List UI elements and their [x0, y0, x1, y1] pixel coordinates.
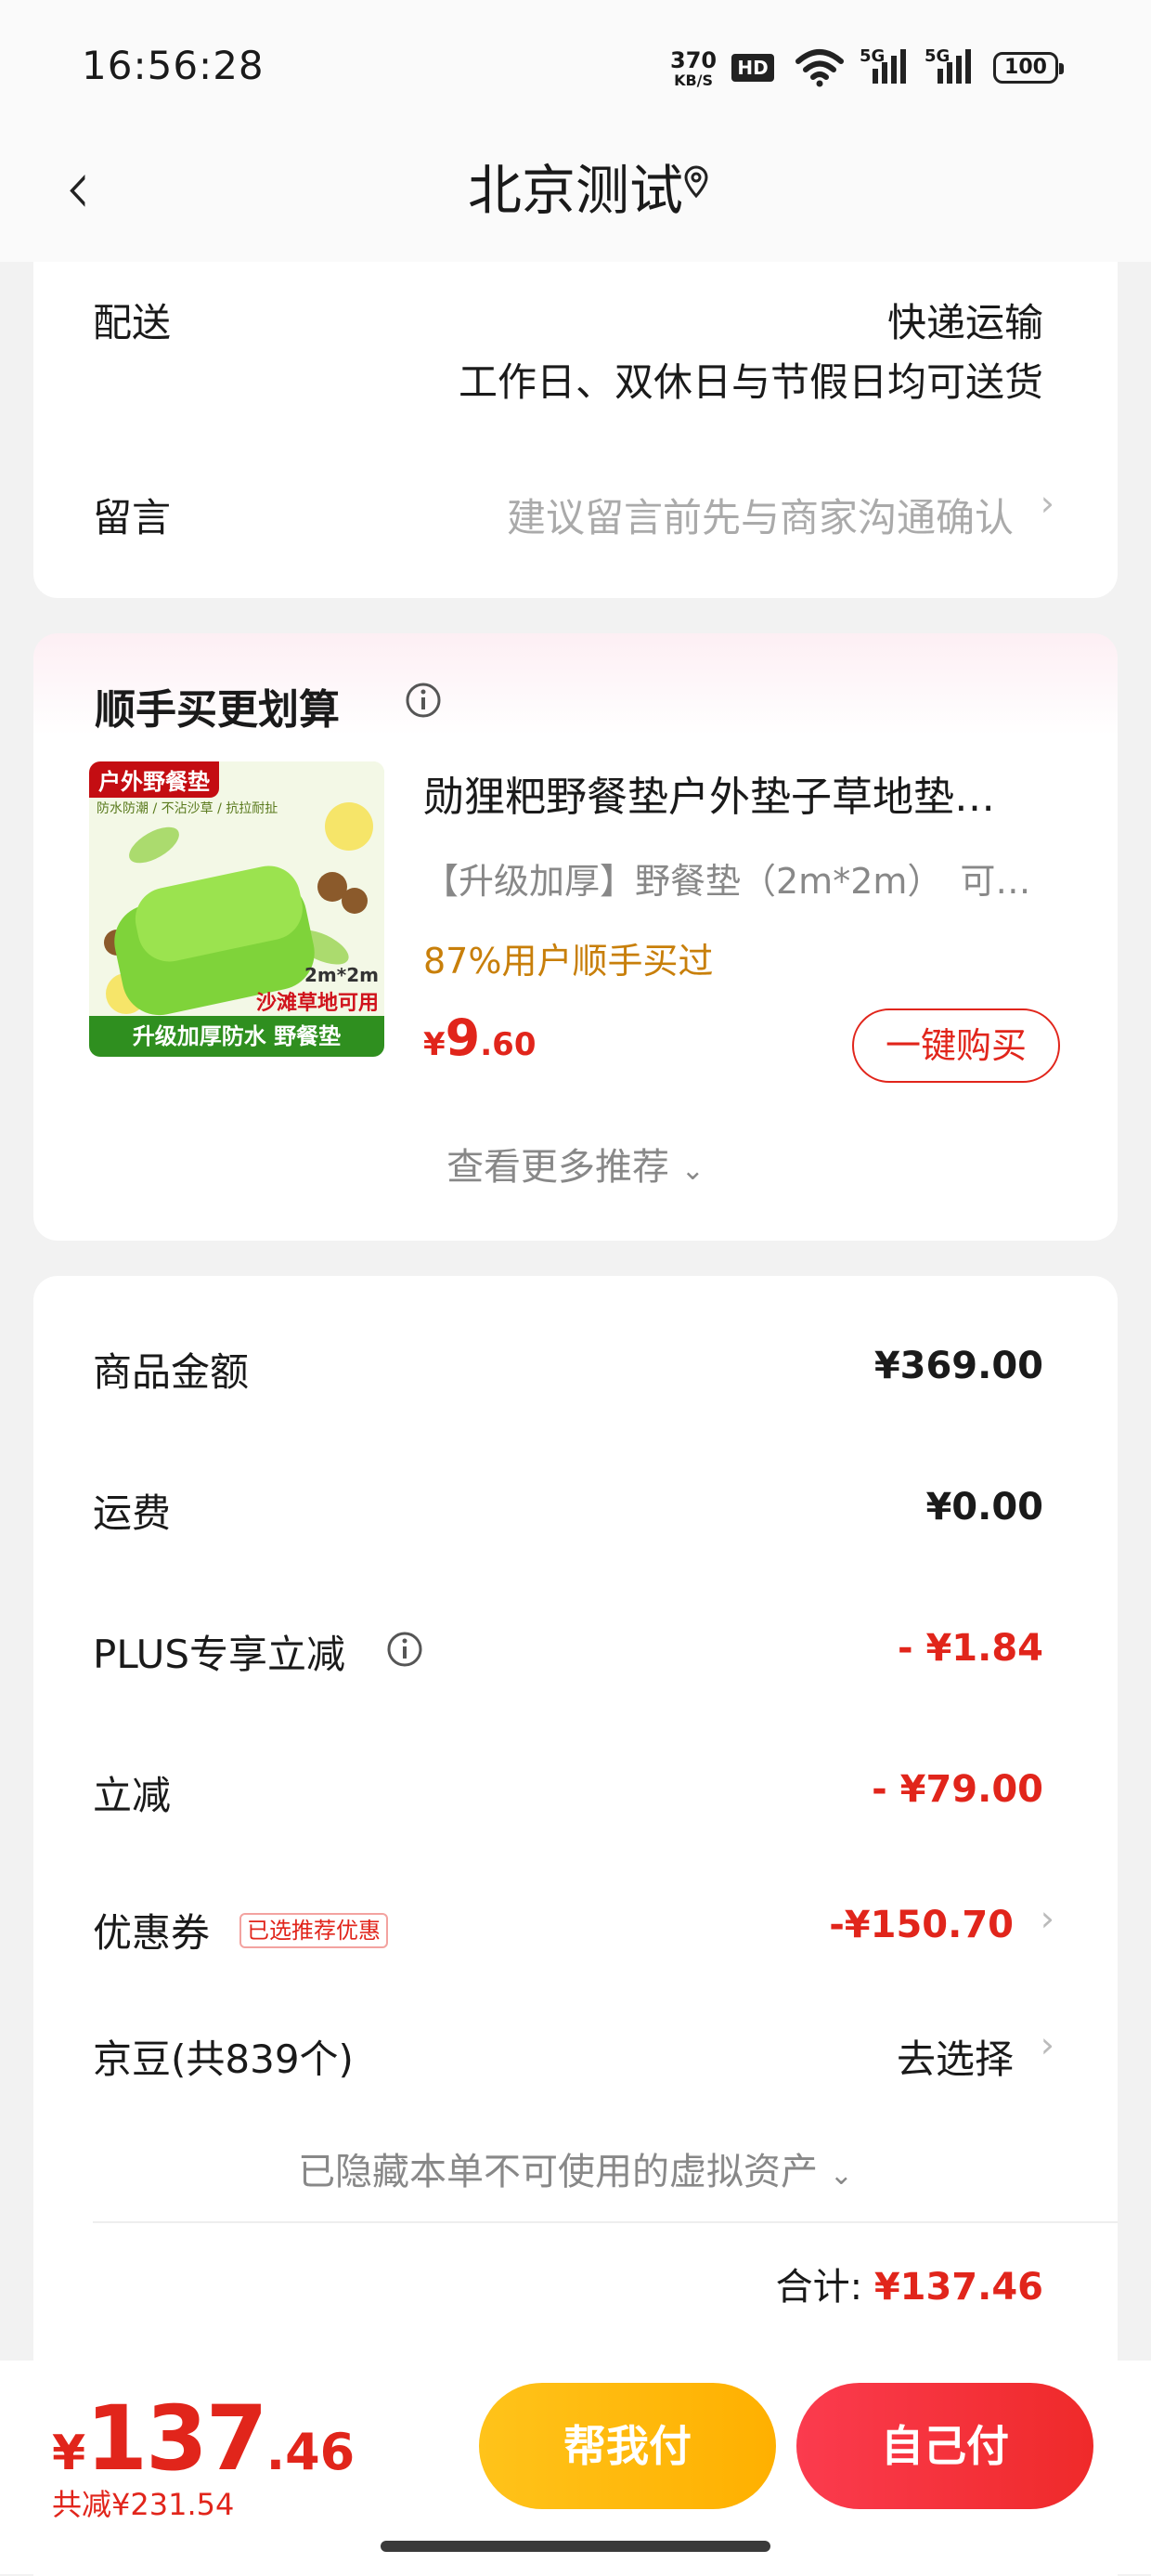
pay-amount: ¥137.46 — [52, 2387, 355, 2491]
summary-row-label: PLUS专享立减 — [93, 1632, 346, 1677]
status-time: 16:56:28 — [82, 43, 265, 88]
total-row: 合计: ¥137.46 — [776, 2257, 1043, 2310]
bottom-bar: ¥137.46 共减¥231.54 帮我付 自己付 — [0, 2361, 1151, 2574]
recommend-card: 顺手买更划算 户外野餐垫 防水防潮 / 不沾沙草 / 抗拉耐扯 2m*2m 沙滩… — [33, 633, 1118, 1241]
summary-row-value: ¥369.00 — [873, 1345, 1043, 1387]
self-pay-button[interactable]: 自己付 — [796, 2383, 1093, 2509]
chevron-down-icon: ⌄ — [680, 1154, 705, 1187]
home-indicator[interactable] — [381, 2541, 770, 2552]
delivery-card: 配送 快递运输 工作日、双休日与节假日均可送货 留言 建议留言前先与商家沟通确认… — [33, 262, 1118, 598]
network-speed: 370 KB/S — [670, 48, 717, 89]
chevron-down-icon: ⌄ — [829, 2159, 853, 2192]
summary-row: 商品金额 ¥369.00 — [33, 1341, 1118, 1425]
status-bar: 16:56:28 370 KB/S HD 5G 5G 100 — [0, 0, 1151, 130]
product-image[interactable]: 户外野餐垫 防水防潮 / 不沾沙草 / 抗拉耐扯 2m*2m 沙滩草地可用 升级… — [89, 761, 384, 1057]
summary-row-value: ¥0.00 — [925, 1486, 1043, 1529]
page-title: 北京测试 — [467, 159, 683, 222]
product-price: ¥9.60 — [423, 1008, 536, 1067]
chevron-right-icon: › — [1040, 483, 1054, 524]
price-dec: .60 — [480, 1026, 537, 1063]
summary-row: 运费 ¥0.00 — [33, 1482, 1118, 1566]
image-size: 2m*2m — [304, 964, 379, 986]
one-click-buy-button[interactable]: 一键购买 — [852, 1008, 1060, 1083]
message-row[interactable]: 留言 建议留言前先与商家沟通确认 › — [33, 474, 1118, 557]
summary-row-label: 运费 — [93, 1490, 172, 1536]
product-title[interactable]: 勋狸粑野餐垫户外垫子草地垫… — [423, 763, 1073, 823]
total-label: 合计: — [775, 2266, 863, 2309]
chevron-right-icon: › — [1040, 1898, 1054, 1939]
chevron-right-icon: › — [1040, 2024, 1054, 2065]
delivery-label: 配送 — [93, 300, 172, 345]
more-recommend-link[interactable]: 查看更多推荐 ⌄ — [33, 1137, 1118, 1190]
signal-label: 5G — [860, 46, 886, 66]
jingdou-value: 去选择 — [896, 2036, 1014, 2082]
delivery-method: 快递运输 — [886, 300, 1043, 345]
signal-label: 5G — [925, 46, 951, 66]
location-pin-icon[interactable] — [682, 165, 710, 199]
info-icon[interactable] — [405, 682, 442, 719]
coupon-row[interactable]: 优惠券 已选推荐优惠 -¥150.70 › — [33, 1889, 1118, 1972]
hidden-assets-label: 已隐藏本单不可使用的虚拟资产 — [298, 2151, 819, 2193]
summary-row-value: - ¥79.00 — [872, 1768, 1043, 1811]
network-speed-unit: KB/S — [674, 72, 714, 89]
summary-row: 立减 - ¥79.00 — [33, 1764, 1118, 1848]
coupon-label: 优惠券 — [93, 1910, 211, 1956]
signal-5g-icon-1: 5G — [860, 46, 912, 89]
image-usage: 沙滩草地可用 — [255, 992, 379, 1015]
recommend-title: 顺手买更划算 — [95, 686, 340, 734]
summary-row-label: 立减 — [93, 1773, 172, 1818]
pay-amount-int: 137 — [85, 2387, 267, 2491]
buy-rate: 87%用户顺手买过 — [423, 941, 714, 982]
price-int: 9 — [445, 1008, 481, 1067]
price-symbol: ¥ — [423, 1026, 446, 1063]
coupon-value: -¥150.70 — [829, 1904, 1014, 1946]
coupon-badge: 已选推荐优惠 — [239, 1913, 388, 1948]
total-value: ¥137.46 — [873, 2266, 1043, 2309]
image-banner: 升级加厚防水 野餐垫 — [89, 1016, 384, 1057]
hd-icon: HD — [731, 54, 774, 82]
info-icon[interactable] — [386, 1631, 423, 1668]
image-tag: 户外野餐垫 — [89, 761, 219, 798]
summary-row: PLUS专享立减 - ¥1.84 — [33, 1623, 1118, 1707]
pay-amount-dec: .46 — [265, 2423, 356, 2481]
message-label: 留言 — [93, 495, 172, 540]
jingdou-row[interactable]: 京豆(共839个) 去选择 › — [33, 2015, 1118, 2099]
wifi-icon — [795, 49, 844, 87]
summary-row-label: 商品金额 — [93, 1349, 250, 1395]
jingdou-label: 京豆(共839个) — [93, 2036, 354, 2082]
battery-icon: 100 — [993, 52, 1064, 84]
more-recommend-label: 查看更多推荐 — [446, 1146, 670, 1189]
delivery-schedule: 工作日、双休日与节假日均可送货 — [458, 359, 1043, 405]
image-features: 防水防潮 / 不沾沙草 / 抗拉耐扯 — [97, 801, 278, 816]
product-desc: 【升级加厚】野餐垫（2m*2m） 可… — [423, 861, 1031, 902]
total-saved: 共减¥231.54 — [52, 2487, 235, 2522]
help-pay-button[interactable]: 帮我付 — [479, 2383, 776, 2509]
hidden-assets-toggle[interactable]: 已隐藏本单不可使用的虚拟资产 ⌄ — [33, 2141, 1118, 2195]
summary-row-value: - ¥1.84 — [897, 1627, 1043, 1670]
pay-currency: ¥ — [52, 2426, 86, 2481]
divider — [93, 2221, 1118, 2223]
message-placeholder: 建议留言前先与商家沟通确认 — [506, 495, 1014, 540]
signal-5g-icon-2: 5G — [925, 46, 976, 89]
network-speed-value: 370 — [670, 47, 718, 73]
